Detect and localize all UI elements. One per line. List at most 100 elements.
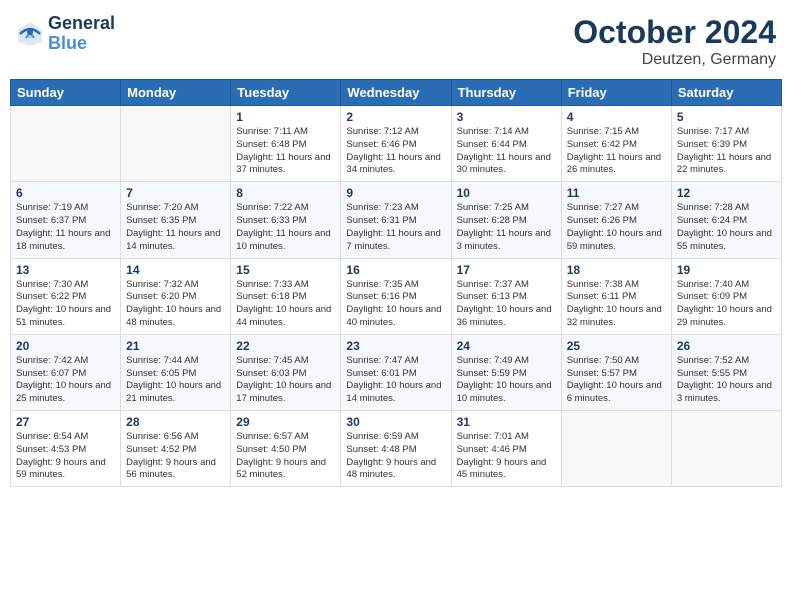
calendar-cell bbox=[671, 411, 781, 487]
day-info: Sunrise: 6:56 AM Sunset: 4:52 PM Dayligh… bbox=[126, 431, 225, 482]
calendar-cell: 10 Sunrise: 7:25 AM Sunset: 6:28 PM Dayli… bbox=[451, 182, 561, 258]
day-number: 22 bbox=[236, 339, 335, 353]
day-number: 28 bbox=[126, 415, 225, 429]
day-info: Sunrise: 7:15 AM Sunset: 6:42 PM Dayligh… bbox=[567, 126, 666, 177]
calendar-cell: 19Sunrise: 7:40 AM Sunset: 6:09 PM Dayli… bbox=[671, 258, 781, 334]
weekday-header-wednesday: Wednesday bbox=[341, 80, 451, 106]
calendar-table: SundayMondayTuesdayWednesdayThursdayFrid… bbox=[10, 79, 782, 487]
calendar-cell: 20Sunrise: 7:42 AM Sunset: 6:07 PM Dayli… bbox=[11, 334, 121, 410]
calendar-week-row: 6 Sunrise: 7:19 AM Sunset: 6:37 PM Daylig… bbox=[11, 182, 782, 258]
day-info: Sunrise: 7:30 AM Sunset: 6:22 PM Dayligh… bbox=[16, 279, 115, 330]
calendar-cell: 23 Sunrise: 7:47 AM Sunset: 6:01 PM Dayli… bbox=[341, 334, 451, 410]
day-number: 25 bbox=[567, 339, 666, 353]
calendar-cell bbox=[121, 106, 231, 182]
weekday-header-sunday: Sunday bbox=[11, 80, 121, 106]
day-info: Sunrise: 7:49 AM Sunset: 5:59 PM Dayligh… bbox=[457, 355, 556, 406]
day-info: Sunrise: 7:27 AM Sunset: 6:26 PM Dayligh… bbox=[567, 202, 666, 253]
calendar-cell: 31Sunrise: 7:01 AM Sunset: 4:46 PM Dayli… bbox=[451, 411, 561, 487]
day-info: Sunrise: 7:37 AM Sunset: 6:13 PM Dayligh… bbox=[457, 279, 556, 330]
day-number: 31 bbox=[457, 415, 556, 429]
day-number: 11 bbox=[567, 186, 666, 200]
day-info: Sunrise: 6:59 AM Sunset: 4:48 PM Dayligh… bbox=[346, 431, 445, 482]
calendar-cell: 28 Sunrise: 6:56 AM Sunset: 4:52 PM Dayli… bbox=[121, 411, 231, 487]
day-info: Sunrise: 7:28 AM Sunset: 6:24 PM Dayligh… bbox=[677, 202, 776, 253]
calendar-cell: 8Sunrise: 7:22 AM Sunset: 6:33 PM Daylig… bbox=[231, 182, 341, 258]
day-number: 3 bbox=[457, 110, 556, 124]
day-info: Sunrise: 7:20 AM Sunset: 6:35 PM Dayligh… bbox=[126, 202, 225, 253]
calendar-cell: 21 Sunrise: 7:44 AM Sunset: 6:05 PM Dayli… bbox=[121, 334, 231, 410]
weekday-header-tuesday: Tuesday bbox=[231, 80, 341, 106]
day-info: Sunrise: 7:12 AM Sunset: 6:46 PM Dayligh… bbox=[346, 126, 445, 177]
calendar-week-row: 13 Sunrise: 7:30 AM Sunset: 6:22 PM Dayli… bbox=[11, 258, 782, 334]
day-info: Sunrise: 7:45 AM Sunset: 6:03 PM Dayligh… bbox=[236, 355, 335, 406]
calendar-cell: 27Sunrise: 6:54 AM Sunset: 4:53 PM Dayli… bbox=[11, 411, 121, 487]
day-info: Sunrise: 7:23 AM Sunset: 6:31 PM Dayligh… bbox=[346, 202, 445, 253]
day-info: Sunrise: 7:14 AM Sunset: 6:44 PM Dayligh… bbox=[457, 126, 556, 177]
day-info: Sunrise: 7:38 AM Sunset: 6:11 PM Dayligh… bbox=[567, 279, 666, 330]
location-subtitle: Deutzen, Germany bbox=[573, 51, 776, 69]
calendar-week-row: 20Sunrise: 7:42 AM Sunset: 6:07 PM Dayli… bbox=[11, 334, 782, 410]
day-info: Sunrise: 7:25 AM Sunset: 6:28 PM Dayligh… bbox=[457, 202, 556, 253]
day-number: 17 bbox=[457, 263, 556, 277]
calendar-week-row: 1Sunrise: 7:11 AM Sunset: 6:48 PM Daylig… bbox=[11, 106, 782, 182]
title-block: October 2024 Deutzen, Germany bbox=[573, 14, 776, 69]
day-number: 13 bbox=[16, 263, 115, 277]
calendar-cell: 15Sunrise: 7:33 AM Sunset: 6:18 PM Dayli… bbox=[231, 258, 341, 334]
weekday-header-friday: Friday bbox=[561, 80, 671, 106]
calendar-cell bbox=[561, 411, 671, 487]
day-number: 23 bbox=[346, 339, 445, 353]
day-info: Sunrise: 7:19 AM Sunset: 6:37 PM Dayligh… bbox=[16, 202, 115, 253]
calendar-cell: 5 Sunrise: 7:17 AM Sunset: 6:39 PM Daylig… bbox=[671, 106, 781, 182]
day-info: Sunrise: 6:57 AM Sunset: 4:50 PM Dayligh… bbox=[236, 431, 335, 482]
day-info: Sunrise: 7:47 AM Sunset: 6:01 PM Dayligh… bbox=[346, 355, 445, 406]
day-number: 7 bbox=[126, 186, 225, 200]
weekday-header-row: SundayMondayTuesdayWednesdayThursdayFrid… bbox=[11, 80, 782, 106]
calendar-cell: 18 Sunrise: 7:38 AM Sunset: 6:11 PM Dayli… bbox=[561, 258, 671, 334]
day-number: 18 bbox=[567, 263, 666, 277]
calendar-cell: 24Sunrise: 7:49 AM Sunset: 5:59 PM Dayli… bbox=[451, 334, 561, 410]
day-number: 21 bbox=[126, 339, 225, 353]
calendar-week-row: 27Sunrise: 6:54 AM Sunset: 4:53 PM Dayli… bbox=[11, 411, 782, 487]
day-number: 5 bbox=[677, 110, 776, 124]
calendar-cell: 29 Sunrise: 6:57 AM Sunset: 4:50 PM Dayli… bbox=[231, 411, 341, 487]
calendar-cell: 7 Sunrise: 7:20 AM Sunset: 6:35 PM Daylig… bbox=[121, 182, 231, 258]
calendar-cell: 13 Sunrise: 7:30 AM Sunset: 6:22 PM Dayli… bbox=[11, 258, 121, 334]
weekday-header-monday: Monday bbox=[121, 80, 231, 106]
day-info: Sunrise: 7:50 AM Sunset: 5:57 PM Dayligh… bbox=[567, 355, 666, 406]
calendar-cell: 6 Sunrise: 7:19 AM Sunset: 6:37 PM Daylig… bbox=[11, 182, 121, 258]
calendar-cell: 12 Sunrise: 7:28 AM Sunset: 6:24 PM Dayli… bbox=[671, 182, 781, 258]
day-number: 26 bbox=[677, 339, 776, 353]
day-info: Sunrise: 7:17 AM Sunset: 6:39 PM Dayligh… bbox=[677, 126, 776, 177]
calendar-cell: 3 Sunrise: 7:14 AM Sunset: 6:44 PM Daylig… bbox=[451, 106, 561, 182]
calendar-cell: 17 Sunrise: 7:37 AM Sunset: 6:13 PM Dayli… bbox=[451, 258, 561, 334]
logo-icon bbox=[16, 20, 44, 48]
logo-text: General Blue bbox=[48, 14, 115, 54]
day-number: 10 bbox=[457, 186, 556, 200]
day-info: Sunrise: 6:54 AM Sunset: 4:53 PM Dayligh… bbox=[16, 431, 115, 482]
day-number: 9 bbox=[346, 186, 445, 200]
day-info: Sunrise: 7:22 AM Sunset: 6:33 PM Dayligh… bbox=[236, 202, 335, 253]
day-number: 15 bbox=[236, 263, 335, 277]
day-info: Sunrise: 7:11 AM Sunset: 6:48 PM Dayligh… bbox=[236, 126, 335, 177]
calendar-cell: 25 Sunrise: 7:50 AM Sunset: 5:57 PM Dayli… bbox=[561, 334, 671, 410]
day-info: Sunrise: 7:52 AM Sunset: 5:55 PM Dayligh… bbox=[677, 355, 776, 406]
calendar-cell: 22 Sunrise: 7:45 AM Sunset: 6:03 PM Dayli… bbox=[231, 334, 341, 410]
day-number: 12 bbox=[677, 186, 776, 200]
day-number: 16 bbox=[346, 263, 445, 277]
calendar-cell: 30 Sunrise: 6:59 AM Sunset: 4:48 PM Dayli… bbox=[341, 411, 451, 487]
day-info: Sunrise: 7:44 AM Sunset: 6:05 PM Dayligh… bbox=[126, 355, 225, 406]
calendar-cell: 2 Sunrise: 7:12 AM Sunset: 6:46 PM Daylig… bbox=[341, 106, 451, 182]
day-number: 30 bbox=[346, 415, 445, 429]
day-number: 4 bbox=[567, 110, 666, 124]
calendar-cell: 14Sunrise: 7:32 AM Sunset: 6:20 PM Dayli… bbox=[121, 258, 231, 334]
day-number: 29 bbox=[236, 415, 335, 429]
day-number: 2 bbox=[346, 110, 445, 124]
calendar-cell: 9 Sunrise: 7:23 AM Sunset: 6:31 PM Daylig… bbox=[341, 182, 451, 258]
calendar-cell: 16 Sunrise: 7:35 AM Sunset: 6:16 PM Dayli… bbox=[341, 258, 451, 334]
day-info: Sunrise: 7:35 AM Sunset: 6:16 PM Dayligh… bbox=[346, 279, 445, 330]
logo: General Blue bbox=[16, 14, 115, 54]
weekday-header-saturday: Saturday bbox=[671, 80, 781, 106]
page-header: General Blue October 2024 Deutzen, Germa… bbox=[10, 10, 782, 73]
day-number: 6 bbox=[16, 186, 115, 200]
day-info: Sunrise: 7:40 AM Sunset: 6:09 PM Dayligh… bbox=[677, 279, 776, 330]
